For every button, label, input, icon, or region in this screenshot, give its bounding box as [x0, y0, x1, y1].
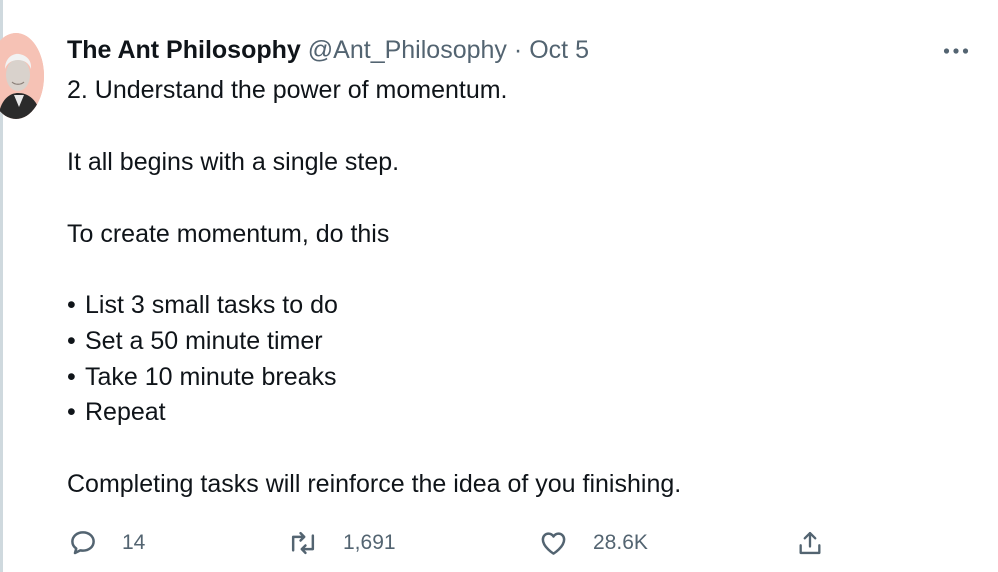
bullet-text: Take 10 minute breaks — [85, 363, 337, 391]
tweet-text-line: It all begins with a single step. — [67, 148, 400, 176]
bullet-text: Repeat — [85, 398, 166, 426]
retweet-icon — [291, 531, 315, 555]
author-handle[interactable]: @Ant_Philosophy — [308, 36, 507, 65]
more-options-button[interactable] — [936, 36, 976, 66]
tweet-timestamp[interactable]: Oct 5 — [529, 36, 589, 65]
bullet-text: Set a 50 minute timer — [85, 327, 323, 355]
header-separator: · — [513, 35, 523, 64]
bullet-item: • Take 10 minute breaks — [67, 361, 337, 393]
bullet-item: • List 3 small tasks to do — [67, 289, 338, 321]
retweet-button[interactable]: 1,691 — [287, 524, 396, 562]
avatar-portrait — [0, 33, 44, 119]
like-count: 28.6K — [593, 531, 648, 554]
more-options-icon — [943, 48, 969, 54]
share-icon — [799, 531, 821, 555]
reply-icon — [71, 531, 95, 555]
bullet-symbol: • — [67, 398, 76, 426]
reply-count: 14 — [122, 531, 146, 554]
author-avatar[interactable] — [0, 33, 44, 119]
heart-icon — [541, 532, 566, 555]
bullet-symbol: • — [67, 363, 76, 391]
like-button[interactable]: 28.6K — [538, 524, 648, 562]
tweet-text-line: 2. Understand the power of momentum. — [67, 76, 508, 104]
tweet-text-line: To create momentum, do this — [67, 220, 390, 248]
tweet-header: The Ant Philosophy @Ant_Philosophy · Oct… — [67, 33, 589, 67]
bullet-symbol: • — [67, 327, 76, 355]
author-name[interactable]: The Ant Philosophy — [67, 36, 301, 65]
bullet-item: • Set a 50 minute timer — [67, 325, 323, 357]
share-button[interactable] — [796, 524, 824, 562]
tweet-text-line: Completing tasks will reinforce the idea… — [67, 470, 682, 498]
retweet-count: 1,691 — [343, 531, 396, 554]
bullet-item: • Repeat — [67, 396, 166, 428]
reply-button[interactable]: 14 — [68, 524, 145, 562]
bullet-symbol: • — [67, 291, 76, 319]
bullet-text: List 3 small tasks to do — [85, 291, 338, 319]
